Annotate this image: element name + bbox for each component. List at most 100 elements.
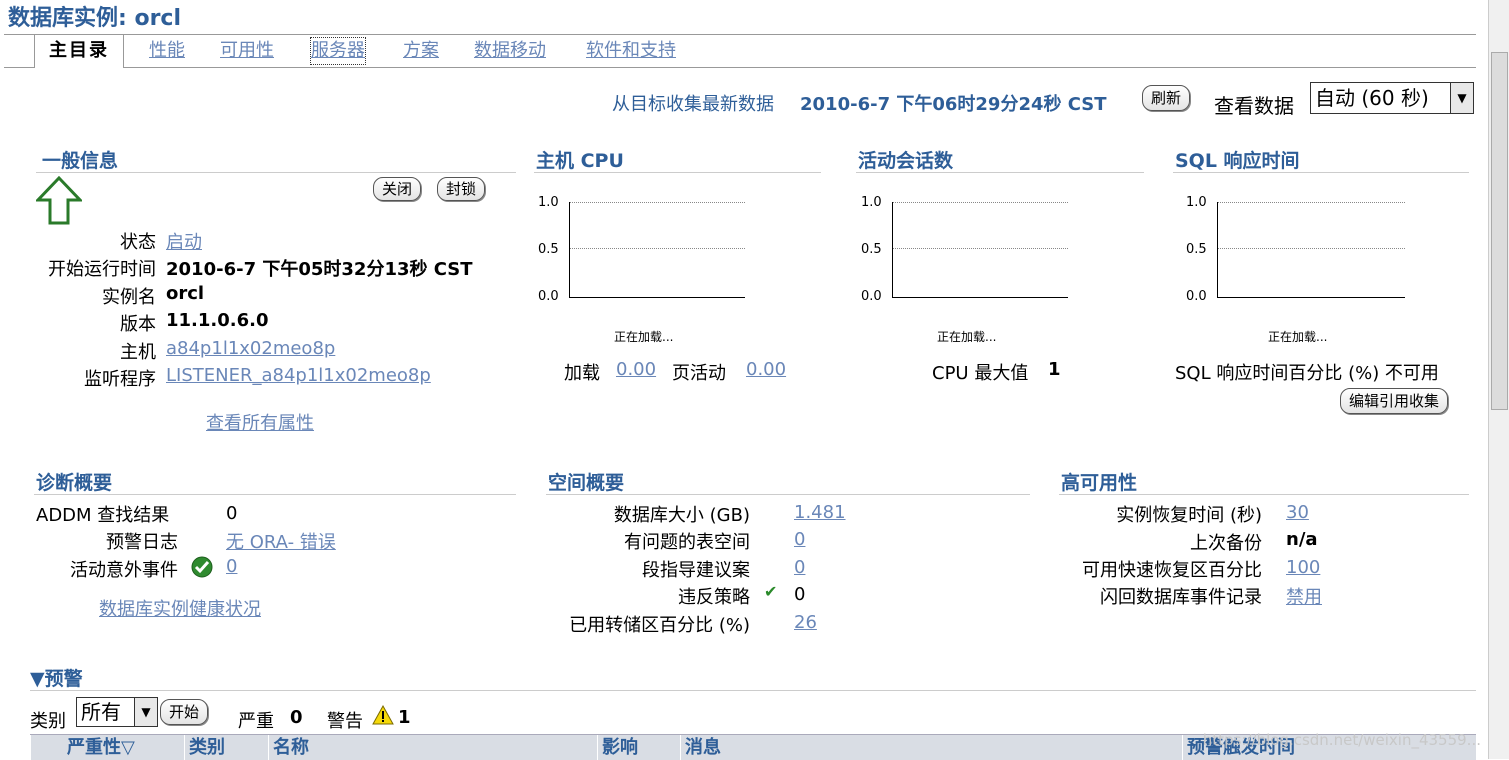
listener-link[interactable]: LISTENER_a84p1l1x02meo8p [166,365,431,386]
active-sessions-chart [892,202,1068,298]
y-tick-label: 0.0 [861,289,882,304]
load-value-link[interactable]: 0.00 [616,359,656,380]
start-button[interactable]: 开始 [160,699,209,725]
gridline [1218,248,1405,249]
loading-text: 正在加载... [614,330,674,344]
y-tick-label: 0.0 [1186,289,1207,304]
host-link[interactable]: a84p1l1x02meo8p [166,338,335,359]
y-tick-label: 1.0 [861,195,882,210]
db-size-link[interactable]: 1.481 [794,502,846,523]
view-data-value: 自动 (60 秒) [1315,86,1429,110]
y-tick-label: 0.5 [538,242,559,257]
view-data-label: 查看数据 [1214,94,1294,118]
segment-advisor-link[interactable]: 0 [794,557,805,578]
db-size-label: 数据库大小 (GB) [613,505,750,526]
incident-link[interactable]: 0 [226,556,237,577]
warning-label: 警告 [327,711,363,732]
view-all-properties-link[interactable]: 查看所有属性 [206,409,314,435]
tab-data-movement[interactable]: 数据移动 [474,35,546,67]
host-label: 主机 [120,342,156,363]
up-arrow-icon [36,176,82,225]
loading-text: 正在加载... [937,330,997,344]
cpu-max-value: 1 [1048,359,1061,380]
tab-server[interactable]: 服务器 [310,37,366,65]
y-tick-label: 0.0 [538,289,559,304]
refresh-text: 从目标收集最新数据 [612,94,774,115]
tab-availability[interactable]: 可用性 [220,35,274,67]
flashback-link[interactable]: 禁用 [1286,583,1322,609]
tab-home[interactable]: 主目录 [34,35,124,68]
version-label: 版本 [120,314,156,335]
status-link[interactable]: 启动 [166,228,202,254]
category-select[interactable]: 所有 ▼ [76,697,158,727]
listener-label: 监听程序 [84,369,156,390]
column-impact[interactable]: 影响 [597,735,676,760]
section-divider [36,172,516,173]
tab-bar: 主目录 性能 可用性 服务器 方案 数据移动 软件和支持 [4,34,1476,68]
high-availability-title: 高可用性 [1061,472,1138,494]
version-value: 11.1.0.6.0 [166,310,269,331]
sql-response-chart [1217,202,1405,298]
chevron-down-icon[interactable]: ▼ [134,698,157,726]
gridline [1218,202,1405,203]
check-circle-icon [191,556,213,578]
last-backup-value: n/a [1286,529,1318,550]
status-label: 状态 [120,232,156,253]
recovery-time-label: 实例恢复时间 (秒) [1116,505,1262,526]
category-value: 所有 [81,700,121,724]
tab-software-support[interactable]: 软件和支持 [586,35,676,67]
load-label: 加载 [564,363,600,384]
gridline [893,202,1068,203]
incident-label: 活动意外事件 [70,560,178,581]
warning-value: 1 [398,707,411,728]
general-info-title: 一般信息 [42,150,119,172]
alert-log-label: 预警日志 [106,532,178,553]
critical-value: 0 [290,707,303,728]
chevron-down-icon[interactable]: ▼ [1450,83,1473,113]
vertical-scrollbar[interactable] [1488,0,1509,759]
instance-name-value: orcl [166,283,205,304]
column-name[interactable]: 名称 [268,735,593,760]
scrollbar-thumb[interactable] [1491,52,1508,410]
section-divider [34,494,516,495]
critical-label: 严重 [238,711,274,732]
gridline [893,248,1068,249]
alerts-title[interactable]: ▼预警 [30,664,83,691]
warning-icon [372,705,394,725]
dump-area-link[interactable]: 26 [794,612,817,633]
addm-label: ADDM 查找结果 [36,505,170,526]
alert-log-link[interactable]: 无 ORA- 错误 [226,528,336,554]
watermark-text: https://blog.csdn.net/weixin_43559... [1202,731,1481,749]
section-divider [856,172,1144,173]
policy-violation-label: 违反策略 [678,587,750,608]
instance-health-link[interactable]: 数据库实例健康状况 [99,595,261,621]
block-button[interactable]: 封锁 [437,177,486,201]
column-category[interactable]: 类别 [184,735,267,760]
gridline [570,248,745,249]
column-message[interactable]: 消息 [680,735,1181,760]
section-divider [1059,494,1469,495]
sql-response-title: SQL 响应时间 [1175,150,1300,172]
view-data-select[interactable]: 自动 (60 秒) ▼ [1310,82,1474,114]
section-divider [534,172,821,173]
dump-area-label: 已用转储区百分比 (%) [569,615,750,636]
fast-recovery-label: 可用快速恢复区百分比 [1082,560,1262,581]
edit-reference-collection-button[interactable]: 编辑引用收集 [1340,388,1449,414]
refresh-timestamp: 2010-6-7 下午06时29分24秒 CST [800,94,1107,115]
fast-recovery-link[interactable]: 100 [1286,557,1320,578]
sql-response-unavailable-text: SQL 响应时间百分比 (%) 不可用 [1175,363,1439,384]
page-activity-link[interactable]: 0.00 [746,359,786,380]
problem-tablespace-link[interactable]: 0 [794,529,805,550]
recovery-time-link[interactable]: 30 [1286,502,1309,523]
category-label: 类别 [30,711,66,732]
tab-performance[interactable]: 性能 [149,35,185,67]
policy-violation-value: 0 [794,584,806,605]
tab-schema[interactable]: 方案 [403,35,439,67]
host-cpu-title: 主机 CPU [536,150,624,172]
refresh-button[interactable]: 刷新 [1142,85,1191,111]
page-activity-label: 页活动 [672,363,726,384]
checkmark-icon: ✔ [764,582,778,601]
close-button[interactable]: 关闭 [373,177,422,201]
cpu-max-label: CPU 最大值 [932,363,1029,384]
flashback-label: 闪回数据库事件记录 [1100,587,1262,608]
